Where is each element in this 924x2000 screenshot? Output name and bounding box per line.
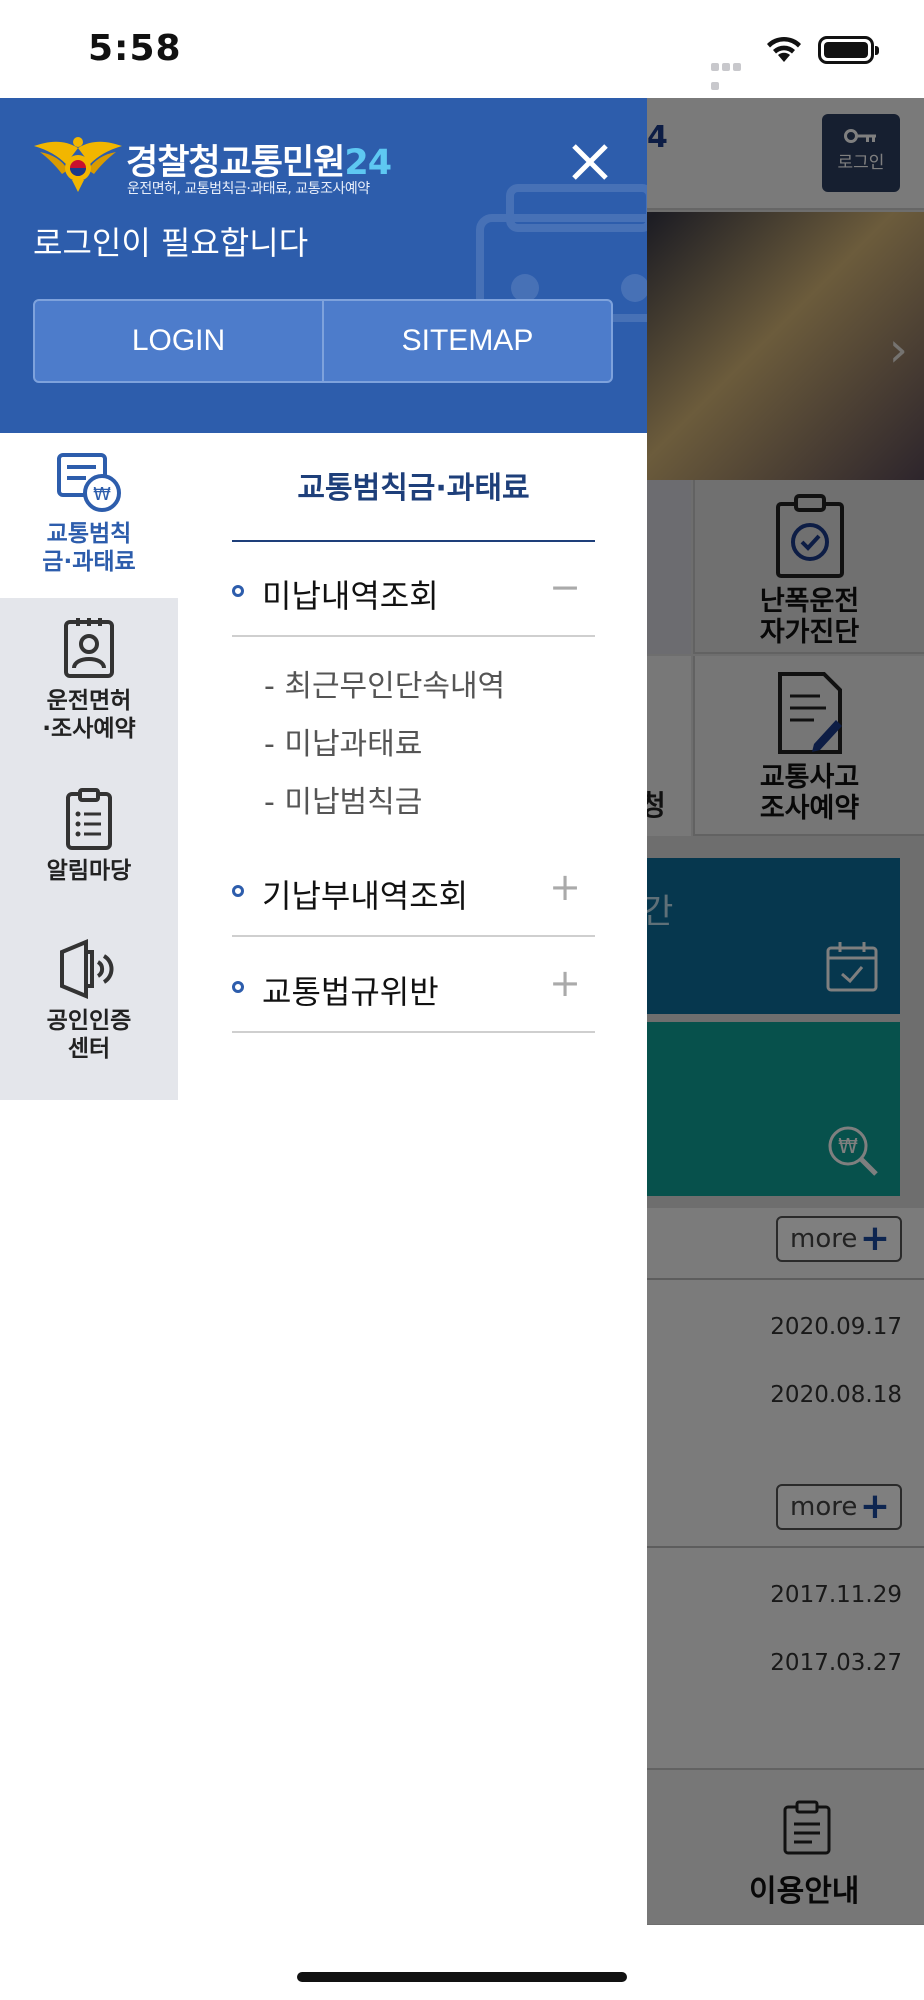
cellular-signal-icon [711,56,753,90]
category-notices[interactable]: 알림마당 [0,768,178,918]
wifi-icon [767,36,801,62]
category-certificate-center[interactable]: 공인인증 센터 [0,918,178,1100]
category-sidebar: ₩ 교통범칙 금·과태료 운전면허 ·조사예약 알림마당 공인인증 센터 [0,433,178,1100]
menu-item-label: 교통법규위반 [262,973,439,1011]
login-button[interactable]: LOGIN [35,301,322,381]
expand-icon[interactable]: + [549,961,581,1005]
certificate-speaker-icon [60,939,114,999]
submenu-item-unpaid-fines[interactable]: - 미납과태료 [264,719,422,763]
auth-button-group: LOGIN SITEMAP [33,299,613,383]
status-time: 5:58 [88,28,182,69]
close-icon[interactable] [566,138,614,186]
category-label: 알림마당 [46,858,132,884]
svg-text:₩: ₩ [93,484,111,505]
submenu-item-unpaid-penalties[interactable]: - 미납범칙금 [264,777,422,821]
app-title-suffix: 24 [344,143,392,183]
submenu-title-divider [232,540,595,542]
submenu-item-recent-enforcement[interactable]: - 최근무인단속내역 [264,661,505,705]
expand-icon[interactable]: + [549,865,581,909]
status-bar: 5:58 [0,0,924,98]
menu-item-traffic-violations[interactable]: 교통법규위반 + [232,939,595,1033]
category-license-reservation[interactable]: 운전면허 ·조사예약 [0,598,178,768]
category-label: 교통범칙 금·과태료 [42,521,136,575]
police-emblem-icon [34,137,122,192]
divider [232,935,595,937]
submenu-title: 교통범칙금·과태료 [297,471,530,506]
category-label: 공인인증 센터 [46,1008,132,1062]
notice-clipboard-icon [66,788,112,850]
menu-item-unpaid-lookup[interactable]: 미납내역조회 − [232,543,595,637]
login-required-message: 로그인이 필요합니다 [33,224,309,262]
bullet-icon [232,981,244,993]
menu-item-paid-lookup[interactable]: 기납부내역조회 + [232,843,595,937]
menu-item-label: 기납부내역조회 [262,877,469,915]
divider [232,635,595,637]
fine-document-icon: ₩ [57,453,121,512]
drawer-header: 경찰청교통민원24 운전면허, 교통범칙금·과태료, 교통조사예약 로그인이 필… [0,98,647,433]
app-title-text: 경찰청교통민원 [126,143,345,183]
category-traffic-fines[interactable]: ₩ 교통범칙 금·과태료 [0,433,178,598]
home-indicator[interactable] [297,1972,627,1982]
divider [232,1031,595,1033]
bullet-icon [232,585,244,597]
bullet-icon [232,885,244,897]
category-label: 운전면허 ·조사예약 [42,688,136,742]
collapse-icon[interactable]: − [549,565,581,609]
side-drawer: 경찰청교통민원24 운전면허, 교통범칙금·과태료, 교통조사예약 로그인이 필… [0,98,647,2000]
sitemap-button[interactable]: SITEMAP [324,301,611,381]
battery-icon [818,36,879,64]
app-subtitle: 운전면허, 교통범칙금·과태료, 교통조사예약 [127,181,370,197]
menu-item-label: 미납내역조회 [262,577,439,615]
license-icon [64,618,114,678]
